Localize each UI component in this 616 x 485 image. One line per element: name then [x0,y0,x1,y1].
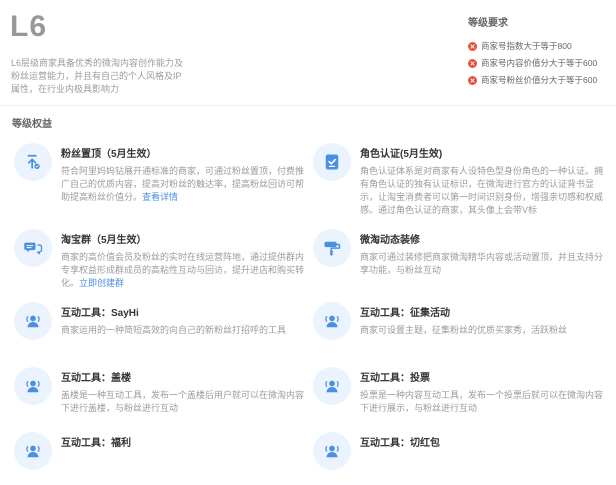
level-title: L6 [10,10,220,44]
page-header: L6 L6层级商家具备优秀的微淘内容创作能力及粉丝运营能力，并且有自己的个人风格… [0,0,616,96]
person-greeting-icon [14,302,52,340]
benefit-card-description: 商家可设置主题，征集粉丝的优质买家秀，活跃粉丝 [360,325,567,335]
requirement-text: 商家号内容价值分大于等于600 [481,57,597,69]
benefit-card-link[interactable]: 立即创建群 [79,278,124,288]
benefit-card: 互动工具：SayHi 商家运用的一种简短高效的向自己的新粉丝打招呼的工具 [14,302,309,355]
level-description: L6层级商家具备优秀的微淘内容创作能力及粉丝运营能力，并且有自己的个人风格及IP… [11,57,185,96]
benefit-card: 互动工具：投票 投票是一种内容互动工具，发布一个投票后就可以在微淘内容下进行展示… [313,367,608,420]
benefit-card: 微淘动态装修 商家可通过装修把商家微淘精华内容或活动置顶，并且支持分享功能，与粉… [313,229,608,290]
benefit-card-description: 投票是一种内容互动工具，发布一个投票后就可以在微淘内容下进行展示，与粉丝进行互动 [360,390,603,413]
person-greeting-icon [313,302,351,340]
requirement-text: 商家号指数大于等于800 [481,40,572,52]
benefit-card-title: 角色认证(5月生效) [360,145,608,160]
error-cross-icon [468,42,477,51]
benefit-card-title: 粉丝置顶（5月生效） [61,145,309,160]
requirements-heading: 等级要求 [468,14,602,29]
benefit-card-title: 互动工具：切红包 [360,434,440,449]
benefit-card-title: 互动工具：盖楼 [61,369,309,384]
benefit-card: 角色认证(5月生效) 角色认证体系是对商家有人设特色型身份角色的一种认证。拥有角… [313,143,608,217]
benefit-card: 互动工具：切红包 [313,432,608,485]
benefit-card-title: 微淘动态装修 [360,231,608,246]
person-greeting-icon [14,367,52,405]
benefits-heading: 等级权益 [12,115,616,130]
error-cross-icon [468,59,477,68]
person-greeting-icon [14,432,52,470]
benefit-card: 互动工具：盖楼 盖楼是一种互动工具，发布一个盖楼后用户就可以在微淘内容下进行盖楼… [14,367,309,420]
benefit-card-description: 角色认证体系是对商家有人设特色型身份角色的一种认证。拥有角色认证的独有认证标识，… [360,166,603,215]
level-summary: L6 L6层级商家具备优秀的微淘内容创作能力及粉丝运营能力，并且有自己的个人风格… [10,0,220,96]
benefit-card-title: 互动工具：福利 [61,434,131,449]
error-cross-icon [468,76,477,85]
requirement-item: 商家号内容价值分大于等于600 [468,57,602,69]
benefit-card-title: 互动工具：征集活动 [360,304,567,319]
requirement-item: 商家号粉丝价值分大于等于600 [468,74,602,86]
benefit-card-description: 符合阿里妈妈钻展开通标准的商家，可通过粉丝置顶，付费推广自己的优质内容，提高对粉… [61,166,304,202]
benefit-card-description: 盖楼是一种互动工具，发布一个盖楼后用户就可以在微淘内容下进行盖楼，与粉丝进行互动 [61,390,304,413]
benefit-card-title: 互动工具：投票 [360,369,608,384]
benefit-card-description: 商家可通过装修把商家微淘精华内容或活动置顶，并且支持分享功能，与粉丝互动 [360,252,603,275]
person-greeting-icon [313,432,351,470]
benefit-card: 互动工具：征集活动 商家可设置主题，征集粉丝的优质买家秀，活跃粉丝 [313,302,608,355]
requirement-text: 商家号粉丝价值分大于等于600 [481,74,597,86]
paint-roller-icon [313,229,351,267]
benefit-card: 淘宝群（5月生效） 商家的高价值会员及粉丝的实时在线运营阵地，通过提供群内专享权… [14,229,309,290]
benefits-grid: 粉丝置顶（5月生效） 符合阿里妈妈钻展开通标准的商家，可通过粉丝置顶，付费推广自… [14,143,608,485]
benefit-card: 粉丝置顶（5月生效） 符合阿里妈妈钻展开通标准的商家，可通过粉丝置顶，付费推广自… [14,143,309,217]
chat-group-icon [14,229,52,267]
benefit-card-link[interactable]: 查看详情 [142,192,178,202]
requirement-item: 商家号指数大于等于800 [468,40,602,52]
pin-top-icon [14,143,52,181]
cert-badge-icon [313,143,351,181]
level-requirements-panel: 等级要求 商家号指数大于等于800 商家号内容价值分大于等于600 商家号粉丝价… [468,0,606,96]
benefit-card-title: 淘宝群（5月生效） [61,231,309,246]
person-greeting-icon [313,367,351,405]
benefit-card-title: 互动工具：SayHi [61,304,286,319]
benefit-card: 互动工具：福利 [14,432,309,485]
benefit-card-description: 商家运用的一种简短高效的向自己的新粉丝打招呼的工具 [61,325,286,335]
